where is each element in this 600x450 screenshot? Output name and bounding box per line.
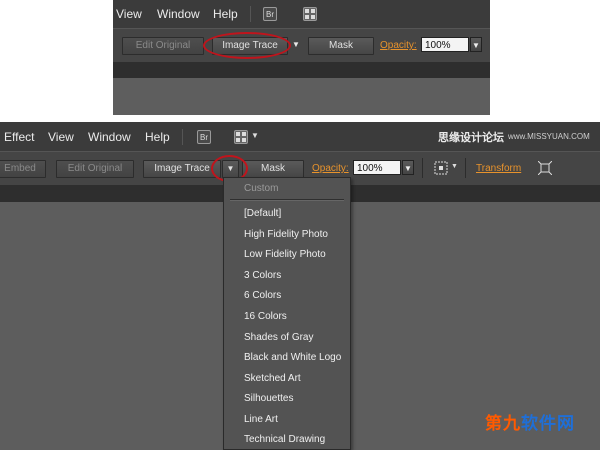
panel-tabs-strip — [113, 62, 490, 78]
preset-technical-drawing-item[interactable]: Technical Drawing — [244, 434, 325, 445]
preset-3-colors-item[interactable]: 3 Colors — [244, 270, 281, 281]
menu-bar: Effect View Window Help Br ▼ 思缘设计论坛 www.… — [0, 122, 600, 151]
bridge-icon[interactable]: Br — [263, 7, 277, 21]
menu-help[interactable]: Help — [213, 7, 238, 21]
watermark-part1: 第九 — [485, 414, 521, 433]
divider — [422, 158, 423, 178]
menu-view[interactable]: View — [48, 130, 74, 144]
preset-default-item[interactable]: [Default] — [244, 208, 281, 219]
image-trace-preset-arrow[interactable]: ▼ — [290, 37, 302, 53]
image-trace-preset-menu: Custom [Default] High Fidelity Photo Low… — [223, 177, 351, 450]
divider — [250, 6, 251, 22]
bridge-icon[interactable]: Br — [197, 130, 211, 144]
preset-high-fidelity-photo-item[interactable]: High Fidelity Photo — [244, 229, 328, 240]
opacity-dropdown-arrow[interactable]: ▼ — [470, 37, 482, 52]
main-screenshot: Effect View Window Help Br ▼ 思缘设计论坛 www.… — [0, 122, 600, 450]
preset-6-colors-item[interactable]: 6 Colors — [244, 290, 281, 301]
brand-url: www.MISSYUAN.COM — [508, 132, 590, 141]
brand-logo-text: 思缘设计论坛 — [438, 132, 504, 144]
preset-line-art-item[interactable]: Line Art — [244, 414, 278, 425]
menu-view[interactable]: View — [116, 7, 142, 21]
opacity-label[interactable]: Opacity: — [380, 40, 417, 51]
divider — [465, 158, 466, 178]
preset-black-and-white-logo-item[interactable]: Black and White Logo — [244, 352, 341, 363]
isolate-icon[interactable] — [537, 160, 553, 178]
workspace-icon[interactable] — [234, 130, 248, 144]
watermark-part2: 软件网 — [521, 414, 575, 433]
transform-link[interactable]: Transform — [476, 163, 521, 174]
mask-button[interactable]: Mask — [308, 37, 374, 55]
edit-original-button[interactable]: Edit Original — [122, 37, 204, 55]
menu-help[interactable]: Help — [145, 130, 170, 144]
workspace-chevron-down-icon[interactable]: ▼ — [251, 131, 259, 140]
highlight-circle — [203, 32, 291, 59]
site-watermark: 第九软件网 — [485, 409, 575, 434]
preset-low-fidelity-photo-item[interactable]: Low Fidelity Photo — [244, 249, 326, 260]
menu-window[interactable]: Window — [88, 130, 131, 144]
image-trace-button[interactable]: Image Trace — [143, 160, 221, 178]
preset-shades-of-gray-item[interactable]: Shades of Gray — [244, 332, 313, 343]
recolor-icon[interactable] — [434, 161, 448, 178]
preset-16-colors-item[interactable]: 16 Colors — [244, 311, 287, 322]
control-bar: Edit Original Image Trace ▼ Mask Opacity… — [113, 28, 490, 62]
opacity-label[interactable]: Opacity: — [312, 163, 349, 174]
mask-button[interactable]: Mask — [242, 160, 304, 178]
top-screenshot: View Window Help Br Edit Original Image … — [113, 0, 490, 115]
workspace-icon[interactable] — [303, 7, 317, 21]
embed-button[interactable]: Embed — [0, 160, 46, 178]
menu-window[interactable]: Window — [157, 7, 200, 21]
divider — [182, 129, 183, 145]
opacity-field[interactable]: 100% — [421, 37, 469, 52]
edit-original-button[interactable]: Edit Original — [56, 160, 134, 178]
menu-effect[interactable]: Effect — [4, 130, 34, 144]
opacity-field[interactable]: 100% — [353, 160, 401, 175]
opacity-dropdown-arrow[interactable]: ▼ — [402, 160, 414, 175]
preset-custom-item: Custom — [244, 183, 279, 194]
menu-separator — [230, 199, 344, 201]
recolor-chevron-down-icon[interactable]: ▼ — [451, 163, 458, 170]
preset-silhouettes-item[interactable]: Silhouettes — [244, 393, 293, 404]
menu-bar: View Window Help Br — [113, 0, 490, 28]
preset-sketched-art-item[interactable]: Sketched Art — [244, 373, 301, 384]
